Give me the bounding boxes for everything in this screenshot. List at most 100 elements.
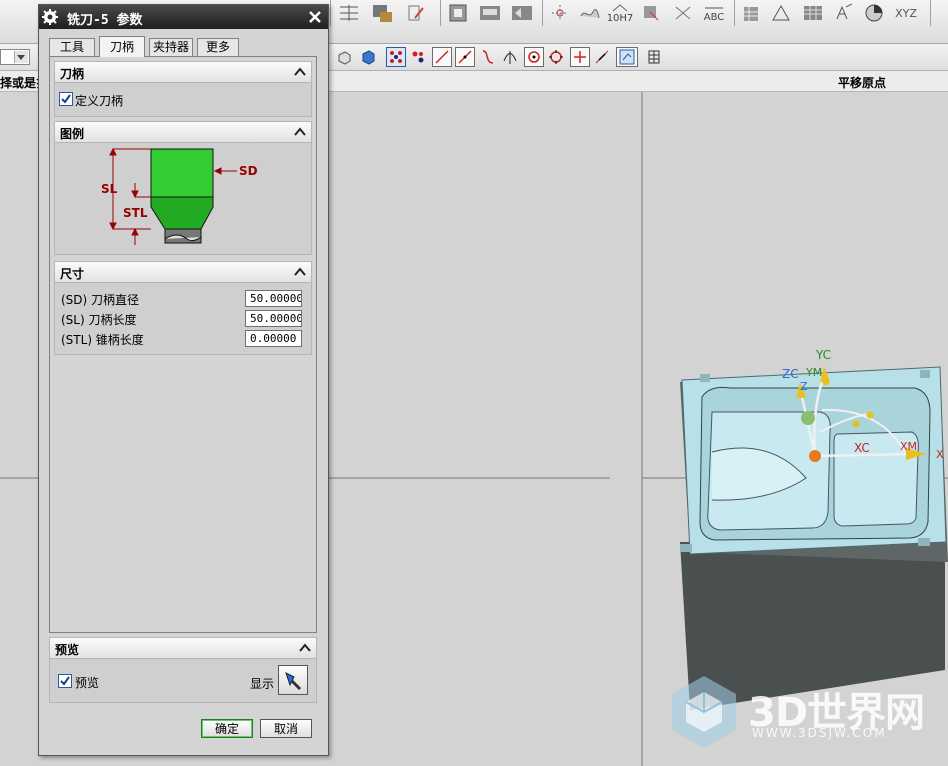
checkmark-icon	[61, 94, 71, 104]
view-icon[interactable]	[478, 0, 502, 26]
axis-label-xm: XM	[900, 440, 917, 453]
pan-origin-label: 平移原点	[838, 76, 887, 90]
wcs-button[interactable]: XYZ	[890, 0, 922, 26]
preview-section-header[interactable]: 预览	[49, 637, 317, 659]
show-button[interactable]	[278, 665, 308, 695]
section-title: 尺寸	[60, 267, 85, 281]
cube-solid-icon[interactable]	[358, 47, 378, 67]
toolbar-separator	[330, 0, 331, 26]
shank-diameter-input[interactable]: 50.00000	[245, 290, 302, 307]
snap-curve-icon[interactable]	[478, 47, 498, 67]
sl-label: SL	[101, 182, 118, 196]
dimensions-section-body: (SD) 刀柄直径 50.00000 (SL) 刀柄长度 50.00000 (S…	[54, 283, 312, 355]
dialog-titlebar[interactable]: 铣刀-5 参数	[39, 5, 328, 29]
snap-arc-center-icon[interactable]	[524, 47, 544, 67]
preview-checkbox[interactable]	[58, 674, 72, 688]
table-icon[interactable]	[740, 0, 764, 26]
dialog-title: 铣刀-5 参数	[67, 13, 143, 28]
axis-label-yc: YC	[815, 348, 831, 362]
ok-button[interactable]: 确定	[201, 719, 253, 738]
triangle-icon[interactable]	[768, 0, 794, 26]
snap-all-icon[interactable]	[386, 47, 406, 67]
stl-label: STL	[123, 206, 148, 220]
snap-quadrant-icon[interactable]	[546, 47, 566, 67]
annotation-icon[interactable]	[830, 0, 856, 26]
weld-icon[interactable]	[638, 0, 664, 26]
snap-on-curve-icon[interactable]	[592, 47, 612, 67]
edit-icon[interactable]	[404, 0, 428, 26]
text-note-label: ABC	[703, 11, 725, 23]
collapse-icon[interactable]	[291, 124, 309, 140]
axis-label-zm: Z	[800, 380, 808, 393]
section-title: 预览	[55, 643, 80, 657]
checkmark-icon	[60, 676, 70, 686]
taper-length-input[interactable]: 0.00000	[245, 330, 302, 347]
legend-section-header[interactable]: 图例	[54, 121, 312, 143]
sd-label: SD	[239, 164, 258, 178]
section-title: 图例	[60, 127, 85, 141]
taper-length-label: (STL) 锥柄长度	[61, 333, 144, 347]
snap-control-point-icon[interactable]	[408, 47, 428, 67]
cross-hatch-icon[interactable]	[670, 0, 696, 26]
gear-icon	[42, 9, 58, 25]
shank-diagram: SL STL SD	[101, 147, 258, 245]
toolbar-separator	[440, 0, 441, 26]
surface-finish-icon[interactable]	[578, 0, 602, 26]
chevron-down-icon	[14, 51, 28, 63]
shank-section-header[interactable]: 刀柄	[54, 61, 312, 83]
shank-section-body: 定义刀柄	[54, 83, 312, 117]
section-view-icon[interactable]	[510, 0, 534, 26]
filter-dropdown[interactable]	[0, 49, 30, 65]
shank-length-input[interactable]: 50.00000	[245, 310, 302, 327]
shank-length-label: (SL) 刀柄长度	[61, 313, 137, 327]
define-shank-label: 定义刀柄	[75, 94, 124, 108]
tab-shank[interactable]: 刀柄	[99, 36, 145, 57]
tool-parameters-dialog: 铣刀-5 参数 工具 刀柄 夹持器 更多 刀柄 定义刀柄 图例 SL STL S…	[38, 4, 329, 756]
watermark-url: WWW.3DSJW.COM	[752, 726, 887, 740]
fit-tolerance-label: 10H7	[606, 12, 634, 24]
close-button[interactable]	[306, 8, 324, 26]
watermark-cube-icon	[672, 676, 736, 748]
snap-intersection-icon[interactable]	[500, 47, 520, 67]
collapse-icon[interactable]	[291, 64, 309, 80]
snap-face-icon[interactable]	[616, 47, 638, 67]
axis-label-x: X	[936, 448, 944, 461]
axis-label-zc: ZC	[782, 367, 799, 381]
dimension-icon[interactable]	[336, 0, 362, 26]
collapse-icon[interactable]	[296, 640, 314, 656]
wcs-label: XYZ	[895, 6, 917, 20]
section-title: 刀柄	[60, 67, 85, 81]
axis-label-ym: YM	[805, 366, 822, 379]
layer-icon[interactable]	[368, 0, 396, 26]
shank-diameter-label: (SD) 刀柄直径	[61, 293, 140, 307]
toolbar-separator	[542, 0, 543, 26]
legend-section-body: SL STL SD	[54, 143, 312, 255]
define-shank-checkbox[interactable]	[59, 92, 73, 106]
cube-wire-icon[interactable]	[334, 47, 354, 67]
datum-icon[interactable]	[548, 0, 572, 26]
grid-icon[interactable]	[644, 47, 664, 67]
grid-table-icon[interactable]	[800, 0, 826, 26]
toolbar-separator	[734, 0, 735, 26]
collapse-icon[interactable]	[291, 264, 309, 280]
tab-more[interactable]: 更多	[197, 38, 239, 56]
snap-endpoint-icon[interactable]	[432, 47, 452, 67]
pie-chart-icon[interactable]	[862, 0, 886, 26]
tab-holder[interactable]: 夹持器	[149, 38, 193, 56]
preview-label: 预览	[75, 676, 100, 690]
preview-section-body: 预览 显示	[49, 659, 317, 703]
flashlight-icon	[285, 672, 302, 691]
fit-tolerance-button[interactable]: 10H7	[606, 0, 634, 26]
watermark-logo: 3D世界网 WWW.3DSJW.COM	[666, 672, 936, 752]
snap-point-icon[interactable]	[570, 47, 590, 67]
dimensions-section-header[interactable]: 尺寸	[54, 261, 312, 283]
toolbar-separator	[930, 0, 931, 26]
frame-icon[interactable]	[446, 0, 470, 26]
tab-tool[interactable]: 工具	[49, 38, 95, 56]
text-note-button[interactable]: ABC	[700, 0, 728, 26]
cancel-button[interactable]: 取消	[260, 719, 312, 738]
show-label: 显示	[250, 677, 275, 691]
snap-midpoint-icon[interactable]	[455, 47, 475, 67]
close-icon	[309, 11, 321, 23]
axis-label-xc: XC	[854, 441, 870, 455]
